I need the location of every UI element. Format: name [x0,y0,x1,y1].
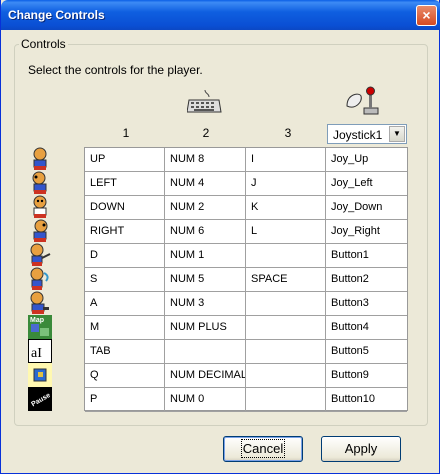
table-row: M NUM PLUS Button4 [85,316,407,340]
binding-cell-3[interactable] [246,244,326,268]
window-title: Change Controls [8,8,105,22]
map-icon: Map [28,315,52,339]
binding-cell-2[interactable]: NUM PLUS [165,316,246,340]
walk-right-icon [28,219,52,243]
binding-cell-4[interactable]: Button5 [326,340,407,364]
binding-cell-2[interactable]: NUM 6 [165,220,246,244]
binding-cell-4[interactable]: Joy_Right [326,220,407,244]
column-header-1: 1 [122,126,130,140]
binding-cell-1[interactable]: RIGHT [85,220,165,244]
controls-grid: UP NUM 8 I Joy_Up LEFT NUM 4 J Joy_Left DOWN NUM … [84,147,408,412]
binding-cell-1[interactable]: TAB [85,340,165,364]
table-row: UP NUM 8 I Joy_Up [85,148,407,172]
column-header-2: 2 [202,126,210,140]
pause-icon: Pause [28,387,52,411]
binding-cell-1[interactable]: A [85,292,165,316]
binding-cell-4[interactable]: Button9 [326,364,407,388]
close-button[interactable]: × [416,5,437,26]
table-row: RIGHT NUM 6 L Joy_Right [85,220,407,244]
column-header-3: 3 [284,126,292,140]
binding-cell-1[interactable]: UP [85,148,165,172]
binding-cell-1[interactable]: D [85,244,165,268]
binding-cell-3[interactable]: L [246,220,326,244]
binding-cell-3[interactable] [246,364,326,388]
keyboard-icon [187,89,222,113]
table-row: S NUM 5 SPACE Button2 [85,268,407,292]
binding-cell-1[interactable]: M [85,316,165,340]
joystick-select-value: Joystick1 [333,128,383,142]
binding-cell-3[interactable] [246,292,326,316]
inventory-icon [28,363,52,387]
binding-cell-2[interactable]: NUM 0 [165,388,246,412]
svg-text:Map: Map [30,317,44,324]
binding-cell-3[interactable]: K [246,196,326,220]
text-icon: aI [28,339,52,363]
binding-cell-1[interactable]: Q [85,364,165,388]
binding-cell-1[interactable]: LEFT [85,172,165,196]
table-row: A NUM 3 Button3 [85,292,407,316]
apply-button[interactable]: Apply [321,436,401,462]
binding-cell-2[interactable]: NUM DECIMAL [165,364,246,388]
binding-cell-3[interactable]: I [246,148,326,172]
binding-cell-1[interactable]: DOWN [85,196,165,220]
binding-cell-4[interactable]: Joy_Down [326,196,407,220]
table-row: DOWN NUM 2 K Joy_Down [85,196,407,220]
groupbox-legend: Controls [19,37,68,51]
binding-cell-3[interactable] [246,388,326,412]
action-1-icon [28,243,52,267]
walk-up-icon [28,147,52,171]
walk-left-icon [28,171,52,195]
instruction-text: Select the controls for the player. [28,63,203,77]
table-row: D NUM 1 Button1 [85,244,407,268]
binding-cell-4[interactable]: Joy_Up [326,148,407,172]
binding-cell-1[interactable]: S [85,268,165,292]
cancel-button[interactable]: Cancel [223,436,303,462]
walk-down-icon [28,195,52,219]
joystick-icon [346,86,379,115]
binding-cell-3[interactable] [246,340,326,364]
binding-cell-4[interactable]: Button2 [326,268,407,292]
binding-cell-4[interactable]: Button4 [326,316,407,340]
svg-text:aI: aI [31,346,42,361]
binding-cell-2[interactable]: NUM 5 [165,268,246,292]
cancel-label: Cancel [240,439,286,458]
binding-cell-2[interactable]: NUM 3 [165,292,246,316]
joystick-select[interactable]: Joystick1 ▼ [327,124,407,144]
binding-cell-2[interactable]: NUM 1 [165,244,246,268]
action-2-icon [28,267,52,291]
binding-cell-4[interactable]: Joy_Left [326,172,407,196]
binding-cell-4[interactable]: Button10 [326,388,407,412]
table-row: P NUM 0 Button10 [85,388,407,412]
binding-cell-2[interactable]: NUM 2 [165,196,246,220]
chevron-down-icon[interactable]: ▼ [389,126,405,142]
binding-cell-3[interactable]: SPACE [246,268,326,292]
change-controls-dialog: Change Controls × Controls Select the co… [0,0,440,474]
binding-cell-2[interactable]: NUM 4 [165,172,246,196]
binding-cell-1[interactable]: P [85,388,165,412]
title-bar[interactable]: Change Controls × [1,0,440,30]
table-row: Q NUM DECIMAL Button9 [85,364,407,388]
binding-cell-2[interactable] [165,340,246,364]
action-3-icon [28,291,52,315]
binding-cell-2[interactable]: NUM 8 [165,148,246,172]
binding-cell-4[interactable]: Button1 [326,244,407,268]
binding-cell-3[interactable]: J [246,172,326,196]
table-row: LEFT NUM 4 J Joy_Left [85,172,407,196]
binding-cell-3[interactable] [246,316,326,340]
binding-cell-4[interactable]: Button3 [326,292,407,316]
apply-label: Apply [344,441,378,456]
table-row: TAB Button5 [85,340,407,364]
